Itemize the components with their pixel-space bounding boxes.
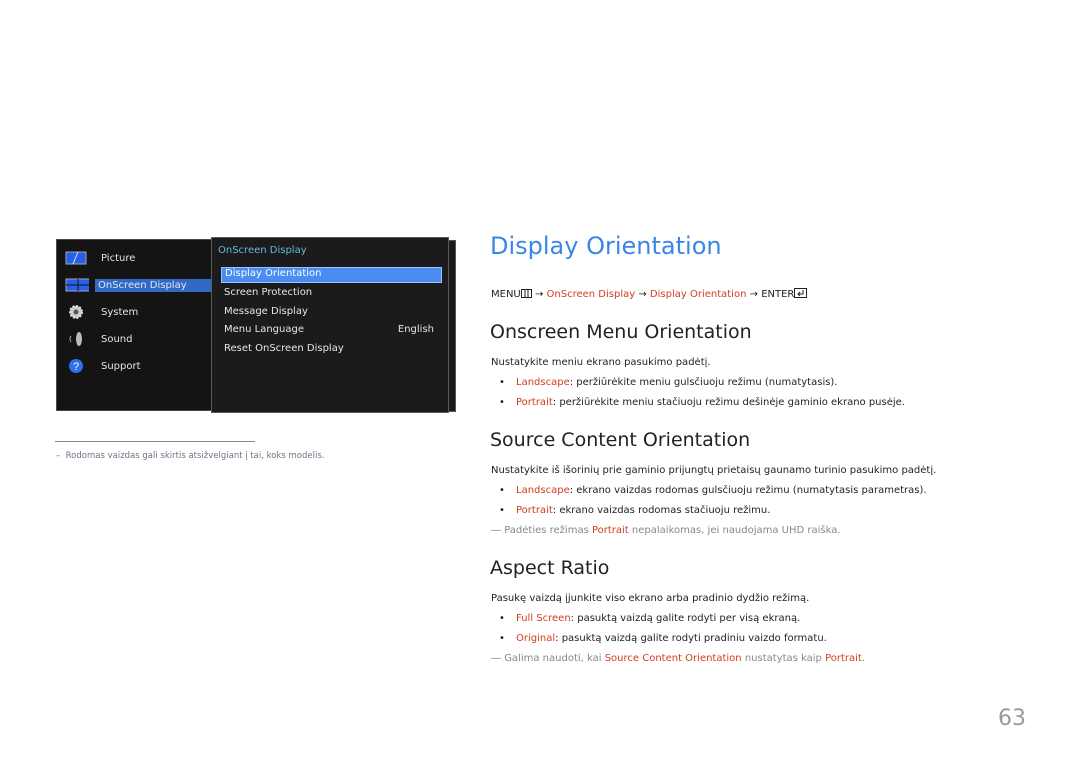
svg-text:?: ? (73, 361, 79, 373)
osd-menu-language-value: English (397, 324, 434, 335)
speaker-icon (69, 332, 82, 346)
list-item: • Full Screen: pasuktą vaizdą galite rody… (499, 613, 801, 624)
osd-submenu-item-menu-language[interactable]: Menu Language (224, 324, 304, 335)
onscreen-display-icon (65, 278, 89, 292)
menu-icon (520, 289, 532, 298)
list-item: • Landscape: ekrano vaizdas rodomas gulsč… (499, 485, 927, 496)
osd-submenu-item-message-display[interactable]: Message Display (224, 306, 308, 317)
list-item: • Portrait: peržiūrėkite meniu stačiuoju … (499, 397, 905, 408)
list-item: • Portrait: ekrano vaizdas rodomas stačiu… (499, 505, 771, 516)
osd-menu-item-picture[interactable]: Picture (57, 249, 213, 267)
section-heading-source-content-orientation: Source Content Orientation (490, 429, 751, 451)
osd-panel-edge (448, 240, 456, 412)
section-intro: Nustatykite iš išorinių prie gaminio pri… (491, 465, 937, 476)
osd-menu-item-sound[interactable]: Sound (57, 330, 213, 348)
enter-icon (794, 288, 808, 298)
menu-path: MENU → OnScreen Display → Display Orient… (491, 288, 808, 300)
osd-submenu-title: OnScreen Display (218, 245, 307, 256)
footnote: – Rodomas vaizdas gali skirtis atsižvelg… (56, 451, 325, 461)
osd-main-menu: Picture OnScreen Display System Sound ? … (56, 239, 216, 411)
list-item: • Original: pasuktą vaizdą galite rodyti … (499, 633, 827, 644)
osd-submenu-item-display-orientation[interactable]: Display Orientation (221, 267, 442, 283)
section-intro: Nustatykite meniu ekrano pasukimo padėtį… (491, 357, 711, 368)
question-icon: ? (69, 359, 83, 373)
section-heading-onscreen-menu-orientation: Onscreen Menu Orientation (490, 321, 752, 343)
page-number: 63 (998, 706, 1026, 731)
note: ― Padėties režimas Portrait nepalaikomas… (491, 525, 841, 536)
section-heading-aspect-ratio: Aspect Ratio (490, 557, 610, 579)
footnote-divider (55, 441, 255, 442)
list-item: • Landscape: peržiūrėkite meniu gulsčiuoj… (499, 377, 838, 388)
osd-menu-item-onscreen-display[interactable]: OnScreen Display (57, 276, 216, 294)
osd-submenu-item-reset[interactable]: Reset OnScreen Display (224, 343, 344, 354)
osd-menu-item-support[interactable]: ? Support (57, 357, 213, 375)
page-title: Display Orientation (490, 232, 722, 260)
gear-icon (69, 305, 83, 319)
osd-submenu: OnScreen Display Display Orientation Scr… (211, 237, 449, 413)
note: ― Galima naudoti, kai Source Content Ori… (491, 653, 866, 664)
osd-submenu-item-screen-protection[interactable]: Screen Protection (224, 287, 312, 298)
section-intro: Pasukę vaizdą įjunkite viso ekrano arba … (491, 593, 810, 604)
osd-menu-item-system[interactable]: System (57, 303, 213, 321)
picture-icon (65, 251, 87, 265)
